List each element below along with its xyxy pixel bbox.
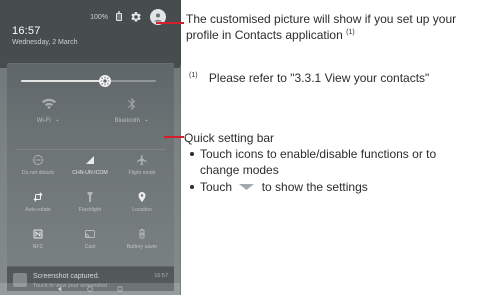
wifi-icon — [41, 98, 56, 110]
phone-screenshot: 100% 16:57 Wednesday, 2 March Wi-Fi Blue… — [0, 0, 181, 295]
settings-gear-icon[interactable] — [130, 11, 142, 23]
tile-auto-rotate[interactable]: Auto-rotate — [12, 190, 64, 225]
wifi-label: Wi-Fi — [36, 117, 51, 124]
do-not-disturb-icon — [33, 155, 43, 165]
bullet-text: Touch — [200, 180, 233, 194]
bluetooth-label: Bluetooth — [114, 117, 140, 124]
screenshot-title: Screenshot captured. — [33, 273, 100, 280]
status-icons: 100% — [90, 9, 166, 25]
quick-toggle-grid: Do not disturb CHN-UN ICOM Flight mode A… — [12, 153, 169, 261]
tile-flashlight[interactable]: Flashlight — [64, 190, 116, 225]
bullet-item: Touch icons to enable/disable functions … — [190, 146, 475, 178]
clock-time: 16:57 — [12, 25, 41, 37]
footnote-marker: (1) — [189, 72, 198, 79]
footnote: (1) Please refer to "3.3.1 View your con… — [189, 70, 477, 86]
tile-cast[interactable]: Cast — [64, 227, 116, 262]
tile-cellular[interactable]: CHN-UN ICOM — [64, 153, 116, 188]
auto-rotate-icon — [33, 192, 43, 202]
tile-battery-saver[interactable]: Battery saver — [116, 227, 168, 262]
callout-profile-superscript: (1) — [346, 29, 355, 36]
callout-profile-text: The customised picture will show if you … — [186, 12, 457, 42]
tile-label: Location — [132, 207, 152, 213]
bullet-item: Touch to show the settings — [190, 179, 475, 195]
tile-label: Battery saver — [126, 244, 158, 250]
nfc-icon — [33, 229, 43, 239]
bullet-text: Touch icons to enable/disable functions … — [200, 147, 437, 177]
tile-label: CHN-UN ICOM — [72, 170, 108, 176]
bluetooth-icon — [128, 98, 136, 110]
tile-location[interactable]: Location — [116, 190, 168, 225]
tile-label: Flashlight — [78, 207, 102, 213]
brightness-slider[interactable] — [21, 72, 156, 90]
tile-nfc[interactable]: NFC — [12, 227, 64, 262]
flashlight-icon — [87, 192, 93, 202]
bullet-dot — [190, 185, 194, 189]
airplane-icon — [137, 155, 147, 165]
location-icon — [138, 192, 146, 202]
back-icon[interactable] — [56, 285, 64, 293]
tile-label: Do not disturb — [21, 170, 55, 176]
battery-icon — [116, 11, 122, 21]
wifi-toggle[interactable]: Wi-Fi — [7, 94, 91, 148]
date-text: Wednesday, 2 March — [12, 39, 78, 46]
chevron-down-icon — [144, 119, 148, 122]
quick-settings-panel: Wi-Fi Bluetooth Do not disturb CHN-UN IC… — [7, 63, 174, 273]
signal-icon — [86, 156, 94, 164]
navigation-bar — [0, 283, 180, 295]
battery-saver-icon — [139, 229, 145, 239]
bullet-text: to show the settings — [261, 180, 368, 194]
wifi-bluetooth-row: Wi-Fi Bluetooth — [7, 94, 174, 148]
callout-line-quick-settings — [164, 136, 184, 138]
quick-setting-title: Quick setting bar — [184, 131, 275, 145]
tile-flight-mode[interactable]: Flight mode — [116, 153, 168, 188]
callout-text-profile: The customised picture will show if you … — [186, 11, 475, 43]
cast-icon — [85, 230, 95, 238]
recents-icon[interactable] — [116, 285, 124, 293]
wifi-label-wrap: Wi-Fi — [37, 117, 61, 124]
tile-label: Auto-rotate — [25, 207, 51, 213]
quick-setting-bullets: Touch icons to enable/disable functions … — [190, 146, 475, 196]
home-icon[interactable] — [86, 285, 94, 293]
tile-label: Flight mode — [128, 170, 156, 176]
bluetooth-toggle[interactable]: Bluetooth — [91, 94, 175, 148]
panel-divider — [15, 149, 166, 150]
expand-triangle-icon — [239, 184, 255, 191]
tile-label: NFC — [32, 244, 44, 250]
footnote-text: Please refer to "3.3.1 View your contact… — [208, 71, 430, 85]
brightness-knob[interactable] — [98, 75, 111, 87]
callout-line-profile — [156, 22, 184, 24]
brightness-fill — [21, 80, 105, 82]
tile-label: Cast — [84, 244, 96, 250]
chevron-down-icon — [55, 119, 59, 122]
bluetooth-label-wrap: Bluetooth — [115, 117, 150, 124]
screenshot-time: 16:57 — [154, 273, 168, 279]
bullet-dot — [190, 152, 194, 156]
tile-do-not-disturb[interactable]: Do not disturb — [12, 153, 64, 188]
battery-percentage: 100% — [90, 13, 108, 21]
